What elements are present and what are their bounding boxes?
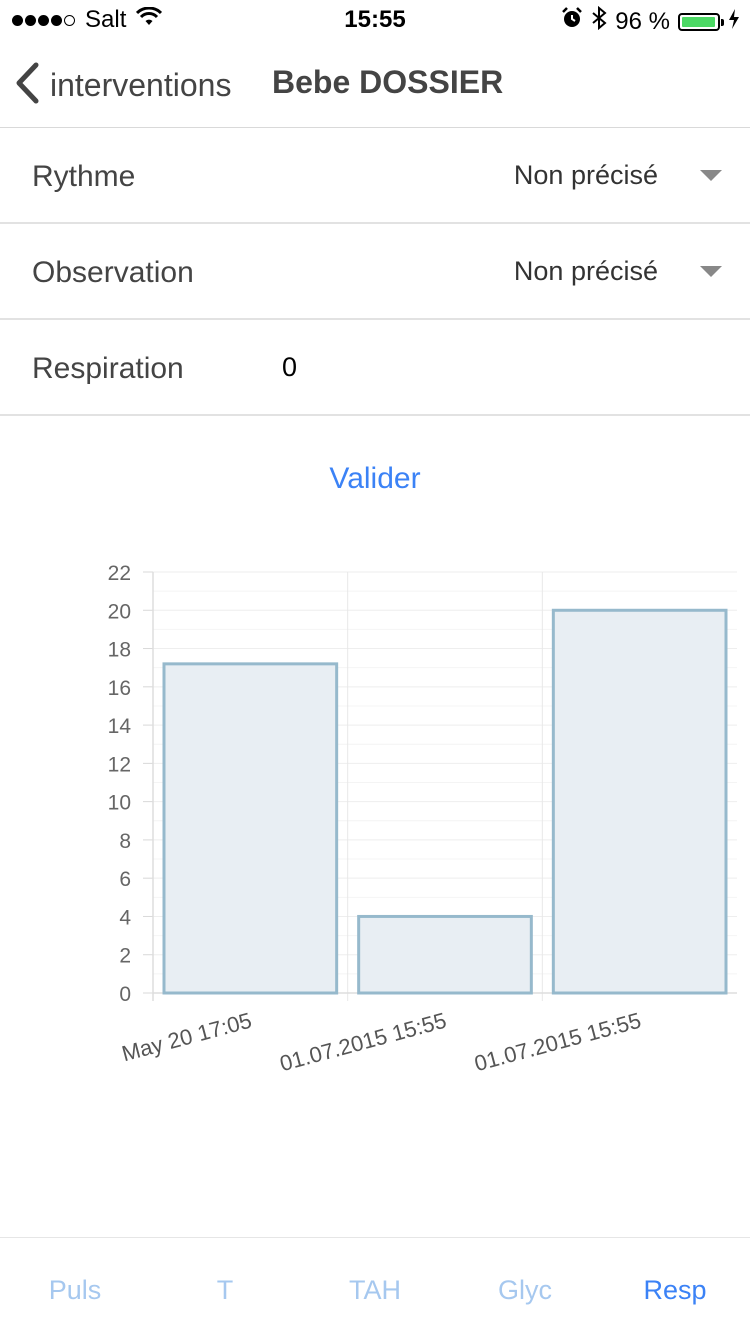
y-tick-label: 8 — [119, 830, 131, 853]
rythme-row: Rythme Non précisé — [0, 128, 750, 224]
respiration-bar-chart: 0 2 4 6 8 10 12 14 16 18 20 22 May 20 17:05 01.07.201… — [108, 562, 737, 1076]
tab-t[interactable]: T — [150, 1238, 300, 1334]
navigation-bar: interventions Bebe DOSSIER — [0, 40, 750, 128]
tab-resp[interactable]: Resp — [600, 1238, 750, 1334]
back-label: interventions — [50, 67, 232, 103]
tab-puls[interactable]: Puls — [0, 1238, 150, 1334]
status-bar: Salt 15:55 96 % — [0, 0, 750, 40]
y-tick-label: 12 — [108, 753, 131, 776]
x-tick-label: May 20 17:05 — [119, 1008, 254, 1067]
y-tick-label: 22 — [108, 562, 131, 585]
rythme-value: Non précisé — [513, 160, 658, 190]
y-tick-label: 18 — [108, 639, 131, 662]
y-tick-label: 4 — [119, 906, 131, 929]
y-tick-label: 0 — [119, 983, 131, 1006]
rythme-select[interactable]: Non précisé — [514, 160, 722, 191]
charging-icon — [728, 8, 740, 36]
respiration-label: Respiration — [32, 352, 184, 385]
bar — [551, 608, 728, 995]
status-right: 96 % — [553, 5, 740, 37]
respiration-input[interactable]: 0 — [282, 352, 297, 383]
bar — [357, 914, 533, 995]
y-tick-label: 10 — [108, 792, 131, 815]
y-tick-label: 6 — [119, 868, 131, 891]
bar — [162, 662, 339, 995]
page-title: Bebe DOSSIER — [272, 64, 504, 100]
tab-glyc[interactable]: Glyc — [450, 1238, 600, 1334]
dropdown-caret-icon — [700, 170, 722, 181]
battery-icon — [678, 12, 724, 31]
tab-bar: Puls T TAH Glyc Resp — [0, 1237, 750, 1334]
y-tick-label: 16 — [108, 677, 131, 700]
dropdown-caret-icon — [700, 266, 722, 277]
bluetooth-icon — [591, 5, 607, 37]
validate-button[interactable]: Valider — [0, 462, 750, 496]
y-tick-label: 20 — [108, 600, 131, 623]
y-tick-label: 14 — [108, 715, 132, 738]
alarm-icon — [561, 7, 583, 36]
observation-value: Non précisé — [513, 256, 658, 286]
rythme-label: Rythme — [32, 160, 136, 193]
observation-label: Observation — [32, 256, 194, 289]
tab-tah[interactable]: TAH — [300, 1238, 450, 1334]
respiration-row: Respiration 0 — [0, 320, 750, 416]
chevron-left-icon — [14, 62, 40, 109]
y-tick-label: 2 — [119, 945, 131, 968]
battery-percent: 96 % — [615, 7, 670, 35]
observation-select[interactable]: Non précisé — [514, 256, 722, 287]
observation-row: Observation Non précisé — [0, 224, 750, 320]
x-tick-label: 01.07.2015 15:55 — [472, 1008, 644, 1076]
back-button[interactable]: interventions — [14, 62, 231, 109]
x-tick-label: 01.07.2015 15:55 — [277, 1008, 449, 1076]
